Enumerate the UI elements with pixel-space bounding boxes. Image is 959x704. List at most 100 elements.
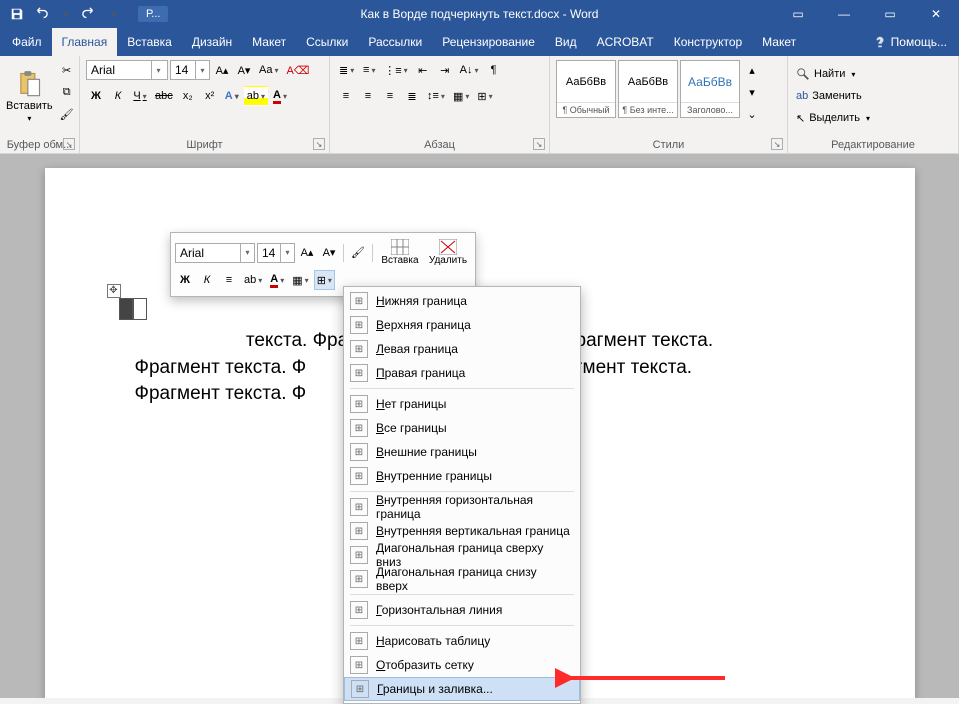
style-normal[interactable]: АаБбВв ¶ Обычный [556, 60, 616, 118]
maximize-icon[interactable]: ▭ [867, 0, 913, 28]
menu-item-all[interactable]: ⊞Все границы [344, 416, 580, 440]
menu-item-diagu[interactable]: ⊞Диагональная граница снизу вверх [344, 567, 580, 591]
align-left-icon[interactable]: ≡ [336, 86, 356, 106]
menu-item-top[interactable]: ⊞Верхняя граница [344, 313, 580, 337]
shading-icon[interactable]: ▦ [450, 86, 472, 106]
tab-review[interactable]: Рецензирование [432, 28, 545, 56]
user-badge[interactable]: Р... [138, 6, 168, 22]
styles-more-icon[interactable]: ⌄ [742, 104, 762, 124]
clear-formatting-icon[interactable]: A⌫ [283, 60, 312, 80]
strikethrough-button[interactable]: abc [152, 86, 176, 106]
mini-font-family[interactable]: ▾ [175, 243, 255, 263]
format-painter-icon[interactable]: 🖌 [57, 104, 77, 124]
mini-insert-button[interactable]: Вставка [377, 237, 423, 268]
menu-item-draw[interactable]: ⊞Нарисовать таблицу [344, 629, 580, 653]
tab-references[interactable]: Ссылки [296, 28, 358, 56]
mini-format-painter-icon[interactable]: 🖌 [348, 243, 368, 263]
tab-mailings[interactable]: Рассылки [358, 28, 432, 56]
text-effects-icon[interactable]: A [222, 86, 242, 106]
redo-icon[interactable] [78, 3, 100, 25]
subscript-button[interactable]: x₂ [178, 86, 198, 106]
menu-item-left[interactable]: ⊞Левая граница [344, 337, 580, 361]
bold-button[interactable]: Ж [86, 86, 106, 106]
grow-font-icon[interactable]: A▴ [212, 60, 232, 80]
find-button[interactable]: Найти▾ [794, 65, 952, 83]
menu-item-hline[interactable]: ⊞Горизонтальная линия [344, 598, 580, 622]
show-marks-icon[interactable]: ¶ [484, 60, 504, 80]
font-color-icon[interactable]: A [270, 86, 290, 106]
justify-icon[interactable]: ≣ [402, 86, 422, 106]
highlight-icon[interactable]: ab [244, 86, 268, 106]
chevron-down-icon[interactable]: ▾ [280, 244, 294, 262]
mini-borders-button[interactable]: ⊞ [314, 270, 335, 290]
tab-view[interactable]: Вид [545, 28, 587, 56]
line-spacing-icon[interactable]: ↕≡ [424, 86, 448, 106]
mini-shading-icon[interactable]: ▦ [289, 270, 311, 290]
mini-delete-button[interactable]: Удалить [425, 237, 471, 268]
decrease-indent-icon[interactable]: ⇤ [413, 60, 433, 80]
menu-item-none[interactable]: ⊞Нет границы [344, 392, 580, 416]
mini-font-size-input[interactable] [258, 244, 280, 262]
bullets-icon[interactable]: ≣ [336, 60, 357, 80]
font-size-combo[interactable]: ▾ [170, 60, 210, 80]
tab-acrobat[interactable]: ACROBAT [587, 28, 664, 56]
italic-button[interactable]: К [108, 86, 128, 106]
styles-scroll-down-icon[interactable]: ▾ [742, 82, 762, 102]
menu-item-dialog[interactable]: ⊞Границы и заливка... [344, 677, 580, 701]
paste-button[interactable]: Вставить ▾ [6, 60, 53, 132]
mini-align-icon[interactable]: ≡ [219, 270, 239, 290]
tab-layout2[interactable]: Макет [752, 28, 806, 56]
close-icon[interactable]: ✕ [913, 0, 959, 28]
menu-item-diagd[interactable]: ⊞Диагональная граница сверху вниз [344, 543, 580, 567]
mini-font-color-icon[interactable]: A [267, 270, 287, 290]
change-case-icon[interactable]: Aa [256, 60, 281, 80]
menu-item-inner[interactable]: ⊞Внутренние границы [344, 464, 580, 488]
table-selection[interactable] [119, 298, 147, 320]
style-no-spacing[interactable]: АаБбВв ¶ Без инте... [618, 60, 678, 118]
align-center-icon[interactable]: ≡ [358, 86, 378, 106]
tab-design[interactable]: Дизайн [182, 28, 242, 56]
minimize-icon[interactable]: — [821, 0, 867, 28]
tab-home[interactable]: Главная [52, 28, 118, 56]
undo-dropdown-icon[interactable] [54, 3, 76, 25]
borders-icon[interactable]: ⊞ [474, 86, 495, 106]
mini-shrink-font-icon[interactable]: A▾ [319, 243, 339, 263]
mini-italic-button[interactable]: К [197, 270, 217, 290]
numbering-icon[interactable]: ≡ [359, 60, 379, 80]
chevron-down-icon[interactable]: ▾ [151, 61, 165, 79]
save-icon[interactable] [6, 3, 28, 25]
paragraph-dialog-launcher-icon[interactable]: ↘ [533, 138, 545, 150]
menu-item-right[interactable]: ⊞Правая граница [344, 361, 580, 385]
tab-insert[interactable]: Вставка [117, 28, 182, 56]
tab-constructor[interactable]: Конструктор [664, 28, 752, 56]
ribbon-display-options-icon[interactable]: ▭ [775, 0, 821, 28]
style-heading1[interactable]: АаБбВв Заголово... [680, 60, 740, 118]
menu-item-innerv[interactable]: ⊞Внутренняя вертикальная граница [344, 519, 580, 543]
tab-file[interactable]: Файл [2, 28, 52, 56]
chevron-down-icon[interactable]: ▾ [195, 61, 209, 79]
mini-bold-button[interactable]: Ж [175, 270, 195, 290]
font-family-combo[interactable]: ▾ [86, 60, 168, 80]
font-dialog-launcher-icon[interactable]: ↘ [313, 138, 325, 150]
table-move-handle-icon[interactable]: ✥ [107, 284, 121, 298]
menu-item-outer[interactable]: ⊞Внешние границы [344, 440, 580, 464]
qat-customize-icon[interactable] [102, 3, 124, 25]
tell-me[interactable]: Помощь... [861, 28, 959, 56]
select-button[interactable]: ↖ Выделить▾ [794, 109, 952, 127]
mini-font-size[interactable]: ▾ [257, 243, 295, 263]
sort-icon[interactable]: A↓ [457, 60, 482, 80]
menu-item-innerh[interactable]: ⊞Внутренняя горизонтальная граница [344, 495, 580, 519]
menu-item-bottom[interactable]: ⊞Нижняя граница [344, 289, 580, 313]
underline-button[interactable]: Ч [130, 86, 150, 106]
font-size-input[interactable] [171, 61, 195, 79]
undo-icon[interactable] [30, 3, 52, 25]
copy-icon[interactable]: ⧉ [57, 82, 77, 102]
multilevel-list-icon[interactable]: ⋮≡ [381, 60, 410, 80]
font-family-input[interactable] [87, 61, 151, 79]
clipboard-dialog-launcher-icon[interactable]: ↘ [63, 138, 75, 150]
styles-dialog-launcher-icon[interactable]: ↘ [771, 138, 783, 150]
cut-icon[interactable]: ✂ [57, 60, 77, 80]
chevron-down-icon[interactable]: ▾ [240, 244, 254, 262]
superscript-button[interactable]: x² [200, 86, 220, 106]
tab-layout[interactable]: Макет [242, 28, 296, 56]
